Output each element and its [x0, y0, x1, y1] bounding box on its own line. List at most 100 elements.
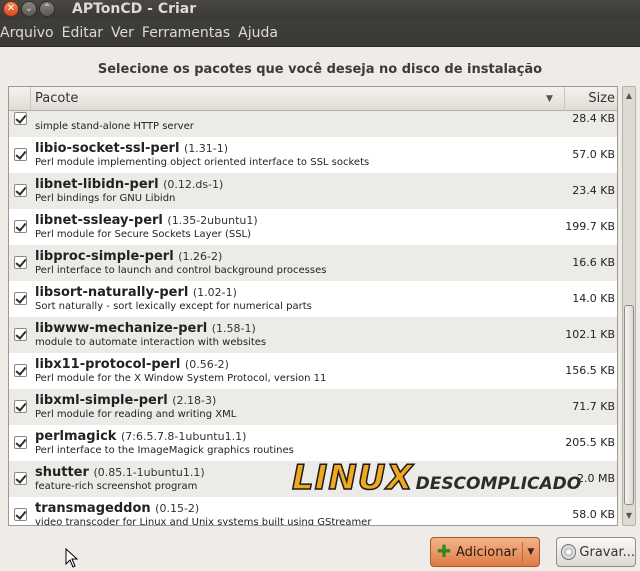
package-description: Perl interface to launch and control bac…: [35, 265, 327, 276]
table-row[interactable]: libio-socket-ssl-perl (1.31-1) Perl modul…: [9, 137, 617, 173]
package-name: shutter (0.85.1-1ubuntu1.1): [35, 465, 205, 480]
package-checkbox[interactable]: [14, 148, 27, 161]
package-version: (1.31-1): [183, 142, 228, 155]
package-description: Sort naturally - sort lexically except f…: [35, 301, 312, 312]
package-title: libnet-libidn-perl: [35, 177, 159, 192]
add-button[interactable]: ✚ Adicionar ▼: [430, 537, 540, 567]
package-description: Perl module implementing object oriented…: [35, 157, 370, 168]
package-version: (1.26-2): [178, 250, 223, 263]
package-name: libproc-simple-perl (1.26-2): [35, 249, 222, 264]
window-title: APTonCD - Criar: [72, 1, 197, 17]
package-title: libproc-simple-perl: [35, 249, 174, 264]
header-check-column[interactable]: [9, 87, 31, 111]
package-list: Pacote ▼ Size simple stand-alone HTTP se…: [8, 86, 618, 526]
minimize-icon[interactable]: ⌄: [21, 1, 37, 17]
table-row[interactable]: libproc-simple-perl (1.26-2) Perl interfa…: [9, 245, 617, 281]
scroll-down-icon[interactable]: ▼: [623, 509, 635, 523]
package-description: module to automate interaction with webs…: [35, 337, 267, 348]
package-checkbox[interactable]: [14, 292, 27, 305]
package-description: Perl module for Secure Sockets Layer (SS…: [35, 229, 252, 240]
package-size: 71.7 KB: [572, 400, 615, 413]
plus-icon: ✚: [436, 542, 452, 562]
table-row[interactable]: libx11-protocol-perl (0.56-2) Perl module…: [9, 353, 617, 389]
package-checkbox[interactable]: [14, 400, 27, 413]
header-size[interactable]: Size: [564, 87, 617, 111]
package-title: libnet-ssleay-perl: [35, 213, 163, 228]
package-checkbox[interactable]: [14, 328, 27, 341]
package-title: perlmagick: [35, 429, 117, 444]
package-name: transmageddon (0.15-2): [35, 501, 199, 516]
sort-down-icon: ▼: [546, 94, 553, 104]
scroll-thumb[interactable]: [624, 305, 634, 505]
package-description: Perl module for the X Window System Prot…: [35, 373, 327, 384]
close-icon[interactable]: ✕: [3, 1, 19, 17]
list-header: Pacote ▼ Size: [9, 87, 617, 111]
menu-ver[interactable]: Ver: [107, 19, 138, 47]
package-size: 57.0 KB: [572, 148, 615, 161]
page-heading: Selecione os pacotes que você deseja no …: [97, 62, 543, 77]
package-checkbox[interactable]: [14, 220, 27, 233]
table-row[interactable]: libnet-libidn-perl (0.12.ds-1) Perl bindi…: [9, 173, 617, 209]
scroll-up-icon[interactable]: ▲: [623, 89, 635, 103]
package-checkbox[interactable]: [14, 472, 27, 485]
package-name: libxml-simple-perl (2.18-3): [35, 393, 216, 408]
package-title: libx11-protocol-perl: [35, 357, 181, 372]
package-checkbox[interactable]: [14, 112, 27, 125]
package-size: 2.0 MB: [576, 472, 615, 485]
package-name: libnet-ssleay-perl (1.35-2ubuntu1): [35, 213, 258, 228]
package-checkbox[interactable]: [14, 184, 27, 197]
table-row[interactable]: transmageddon (0.15-2) video transcoder f…: [9, 497, 617, 526]
table-row[interactable]: simple stand-alone HTTP server 28.4 KB: [9, 111, 617, 137]
table-row[interactable]: perlmagick (7:6.5.7.8-1ubuntu1.1) Perl in…: [9, 425, 617, 461]
package-checkbox[interactable]: [14, 436, 27, 449]
maximize-icon[interactable]: ⌃: [39, 1, 55, 17]
package-description: Perl module for reading and writing XML: [35, 409, 237, 420]
package-size: 205.5 KB: [565, 436, 615, 449]
package-description: Perl interface to the ImageMagick graphi…: [35, 445, 294, 456]
mouse-pointer-icon: [65, 548, 79, 568]
package-description: video transcoder for Linux and Unix syst…: [35, 517, 372, 526]
package-version: (7:6.5.7.8-1ubuntu1.1): [120, 430, 247, 443]
package-description: feature-rich screenshot program: [35, 481, 198, 492]
package-title: transmageddon: [35, 501, 151, 516]
package-name: libsort-naturally-perl (1.02-1): [35, 285, 237, 300]
vertical-scrollbar[interactable]: ▲ ▼: [622, 86, 636, 526]
package-version: (2.18-3): [172, 394, 217, 407]
package-name: libnet-libidn-perl (0.12.ds-1): [35, 177, 223, 192]
table-row[interactable]: libxml-simple-perl (2.18-3) Perl module f…: [9, 389, 617, 425]
package-version: (0.12.ds-1): [163, 178, 224, 191]
package-version: (1.02-1): [192, 286, 237, 299]
table-row[interactable]: shutter (0.85.1-1ubuntu1.1) feature-rich …: [9, 461, 617, 497]
save-button[interactable]: Gravar...: [556, 537, 636, 567]
package-checkbox[interactable]: [14, 256, 27, 269]
package-description: simple stand-alone HTTP server: [35, 121, 194, 132]
table-row[interactable]: libnet-ssleay-perl (1.35-2ubuntu1) Perl m…: [9, 209, 617, 245]
table-row[interactable]: libsort-naturally-perl (1.02-1) Sort natu…: [9, 281, 617, 317]
package-size: 14.0 KB: [572, 292, 615, 305]
dropdown-arrow-icon[interactable]: ▼: [523, 547, 539, 557]
menu-arquivo[interactable]: Arquivo: [0, 19, 58, 47]
package-rows: simple stand-alone HTTP server 28.4 KB lib…: [9, 111, 617, 526]
save-button-label: Gravar...: [579, 544, 635, 560]
package-size: 58.0 KB: [572, 508, 615, 521]
package-checkbox[interactable]: [14, 508, 27, 521]
add-button-label: Adicionar: [456, 544, 517, 560]
menu-editar[interactable]: Editar: [58, 19, 107, 47]
package-name: libx11-protocol-perl (0.56-2): [35, 357, 229, 372]
menu-ferramentas[interactable]: Ferramentas: [138, 19, 234, 47]
package-name: perlmagick (7:6.5.7.8-1ubuntu1.1): [35, 429, 246, 444]
package-size: 199.7 KB: [565, 220, 615, 233]
disc-icon: [561, 544, 577, 560]
header-pacote[interactable]: Pacote: [35, 87, 78, 111]
package-size: 156.5 KB: [565, 364, 615, 377]
package-size: 28.4 KB: [572, 112, 615, 125]
package-title: libxml-simple-perl: [35, 393, 168, 408]
menu-ajuda[interactable]: Ajuda: [234, 19, 282, 47]
package-size: 23.4 KB: [572, 184, 615, 197]
package-title: shutter: [35, 465, 89, 480]
package-size: 16.6 KB: [572, 256, 615, 269]
package-checkbox[interactable]: [14, 364, 27, 377]
table-row[interactable]: libwww-mechanize-perl (1.58-1) module to …: [9, 317, 617, 353]
package-name: libwww-mechanize-perl (1.58-1): [35, 321, 256, 336]
package-description: Perl bindings for GNU Libidn: [35, 193, 176, 204]
